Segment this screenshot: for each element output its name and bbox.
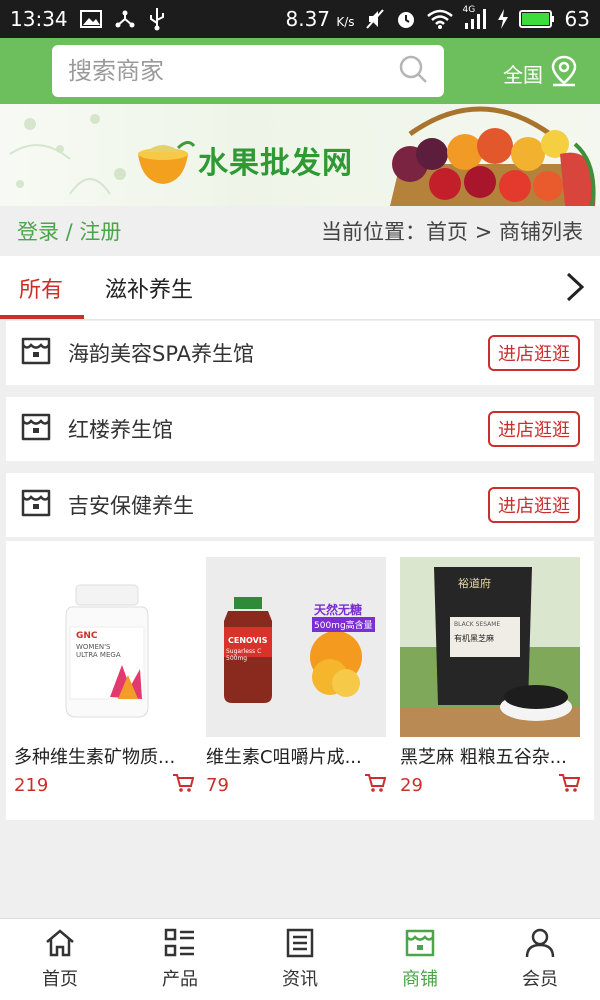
mute-icon (365, 8, 385, 30)
shop-icon (404, 928, 436, 963)
store-name: 海韵美容SPA养生馆 (68, 342, 255, 366)
search-input[interactable] (68, 57, 398, 85)
add-to-cart-icon[interactable] (364, 773, 387, 797)
usb-icon (148, 7, 166, 31)
network-speed: 8.37 K/s (285, 7, 355, 31)
banner[interactable]: 水果批发网 (0, 104, 600, 206)
store-name: 吉安保健养生 (68, 494, 194, 518)
product-price: 29 (400, 774, 423, 796)
status-bar: 13:34 8.37 K/s 4G 63 (0, 0, 600, 38)
battery-level: 63 (564, 7, 590, 31)
nav-news[interactable]: 资讯 (240, 919, 360, 1000)
home-icon (44, 928, 76, 963)
app-header: 全国 (0, 38, 600, 104)
news-icon (285, 928, 315, 963)
share-icon (114, 8, 136, 30)
tab-nourishing-health[interactable]: 滋补养生 (105, 272, 193, 304)
add-to-cart-icon[interactable] (558, 773, 581, 797)
product-name: 多种维生素矿物质... (14, 747, 176, 768)
store-icon (20, 411, 52, 447)
nav-products[interactable]: 产品 (120, 919, 240, 1000)
nav-home-label: 首页 (42, 969, 78, 990)
store-icon (20, 335, 52, 371)
cell-signal-icon: 4G (463, 5, 487, 29)
banner-title: 水果批发网 (198, 146, 353, 181)
enter-store-button[interactable]: 进店逛逛 (488, 487, 580, 523)
battery-icon (518, 9, 555, 29)
user-icon (525, 928, 555, 963)
store-item[interactable]: 海韵美容SPA养生馆 进店逛逛 (6, 321, 594, 385)
enter-store-button[interactable]: 进店逛逛 (488, 411, 580, 447)
nav-news-label: 资讯 (282, 969, 318, 990)
add-to-cart-icon[interactable] (172, 773, 195, 797)
store-item[interactable]: 吉安保健养生 进店逛逛 (6, 473, 594, 537)
chevron-right-icon[interactable] (564, 270, 586, 308)
product-price: 219 (14, 774, 49, 796)
wifi-icon (426, 9, 453, 29)
image-icon (79, 9, 102, 29)
enter-store-button[interactable]: 进店逛逛 (488, 335, 580, 371)
search-box[interactable] (52, 45, 444, 97)
nav-member-label: 会员 (522, 969, 558, 990)
product-image-text: 有机黑芝麻 (454, 634, 494, 643)
grid-list-icon (164, 928, 196, 963)
tab-all[interactable]: 所有 (19, 272, 63, 304)
breadcrumb: 当前位置：首页 > 商铺列表 (321, 220, 583, 244)
product-brand: CENOVIS (228, 636, 268, 645)
nav-shops-label: 商铺 (402, 969, 438, 990)
product-image[interactable]: 裕道府 BLACK SESAME 有机黑芝麻 (400, 557, 580, 737)
search-icon[interactable] (398, 54, 428, 88)
product-price: 79 (206, 774, 229, 796)
product-image[interactable]: CENOVIS Sugarless C 500mg 天然无糖 500mg高含量 (206, 557, 386, 737)
product-image[interactable]: GNC WOMEN'S ULTRA MEGA (14, 557, 194, 737)
product-brand: GNC (76, 631, 98, 641)
store-name: 红楼养生馆 (68, 418, 173, 442)
store-item[interactable]: 红楼养生馆 进店逛逛 (6, 397, 594, 461)
nav-member[interactable]: 会员 (480, 919, 600, 1000)
active-tab-indicator (0, 315, 84, 319)
nav-home[interactable]: 首页 (0, 919, 120, 1000)
store-icon (20, 487, 52, 523)
region-label: 全国 (503, 63, 543, 87)
region-selector[interactable]: 全国 (503, 55, 579, 92)
product-image-subtext: 500mg高含量 (312, 617, 375, 632)
product-card[interactable]: CENOVIS Sugarless C 500mg 天然无糖 500mg高含量 … (206, 557, 387, 797)
info-bar: 登录 / 注册 当前位置：首页 > 商铺列表 (0, 206, 600, 256)
product-badge: 天然无糖 (314, 603, 363, 617)
product-image-text: WOMEN'S ULTRA MEGA (76, 643, 121, 659)
product-name: 维生素C咀嚼片成... (206, 747, 362, 768)
product-grid: GNC WOMEN'S ULTRA MEGA 多种维生素矿物质... 219 C… (6, 540, 594, 820)
alarm-icon (395, 8, 417, 30)
charging-icon (497, 8, 509, 30)
product-name: 黑芝麻 粗粮五谷杂... (400, 747, 567, 768)
login-register-link[interactable]: 登录 / 注册 (17, 216, 121, 246)
product-card[interactable]: 裕道府 BLACK SESAME 有机黑芝麻 黑芝麻 粗粮五谷杂... 29 (400, 557, 581, 797)
product-image-subtext: BLACK SESAME (454, 621, 501, 628)
status-time: 13:34 (10, 7, 68, 31)
product-image-text: Sugarless C 500mg (226, 648, 262, 662)
location-pin-icon (549, 55, 579, 92)
product-brand: 裕道府 (458, 577, 491, 590)
bottom-nav: 首页 产品 资讯 商铺 会员 (0, 918, 600, 1000)
nav-shops[interactable]: 商铺 (360, 919, 480, 1000)
nav-products-label: 产品 (162, 969, 198, 990)
product-card[interactable]: GNC WOMEN'S ULTRA MEGA 多种维生素矿物质... 219 (14, 557, 195, 797)
category-tabs: 所有 滋补养生 (0, 256, 600, 320)
